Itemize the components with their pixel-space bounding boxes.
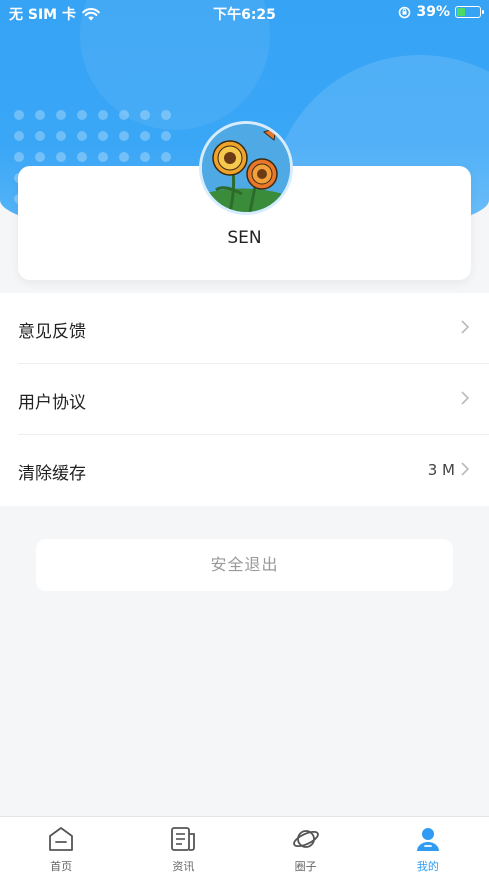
settings-list: 意见反馈 用户协议 清除缓存 3 M <box>0 293 489 506</box>
logout-button[interactable]: 安全退出 <box>36 539 453 591</box>
battery-fill <box>457 8 465 16</box>
chevron-right-icon <box>461 462 470 476</box>
home-icon <box>49 827 74 851</box>
tab-news[interactable]: 资讯 <box>122 817 244 875</box>
menu-item-label: 清除缓存 <box>18 464 86 484</box>
cache-size: 3 M <box>427 461 455 479</box>
user-icon <box>416 828 439 851</box>
username: SEN <box>227 228 262 248</box>
battery-percent: 39% <box>416 4 450 20</box>
tab-label: 首页 <box>50 860 73 873</box>
chevron-right-icon <box>461 320 470 334</box>
tab-home[interactable]: 首页 <box>0 817 122 875</box>
tab-mine[interactable]: 我的 <box>367 817 489 875</box>
orientation-lock-icon <box>399 6 411 18</box>
menu-item-user-agreement[interactable]: 用户协议 <box>0 364 489 435</box>
news-icon <box>171 827 196 851</box>
menu-item-label: 用户协议 <box>18 393 86 413</box>
planet-icon <box>292 830 319 848</box>
chevron-right-icon <box>461 391 470 405</box>
menu-item-label: 意见反馈 <box>18 322 86 342</box>
status-bar: 无 SIM 卡 下午6:25 39% <box>0 0 489 26</box>
avatar[interactable] <box>199 121 293 215</box>
menu-item-feedback[interactable]: 意见反馈 <box>0 293 489 364</box>
flower-avatar-image <box>202 124 290 212</box>
tab-label: 我的 <box>416 860 439 873</box>
menu-item-clear-cache[interactable]: 清除缓存 3 M <box>0 435 489 506</box>
bottom-tab-bar: 首页 资讯 圈子 我的 <box>0 816 489 875</box>
tab-label: 资讯 <box>172 860 195 873</box>
status-right: 39% <box>398 4 484 20</box>
tab-circle[interactable]: 圈子 <box>245 817 367 875</box>
tab-label: 圈子 <box>294 860 317 873</box>
battery-icon <box>455 6 484 18</box>
